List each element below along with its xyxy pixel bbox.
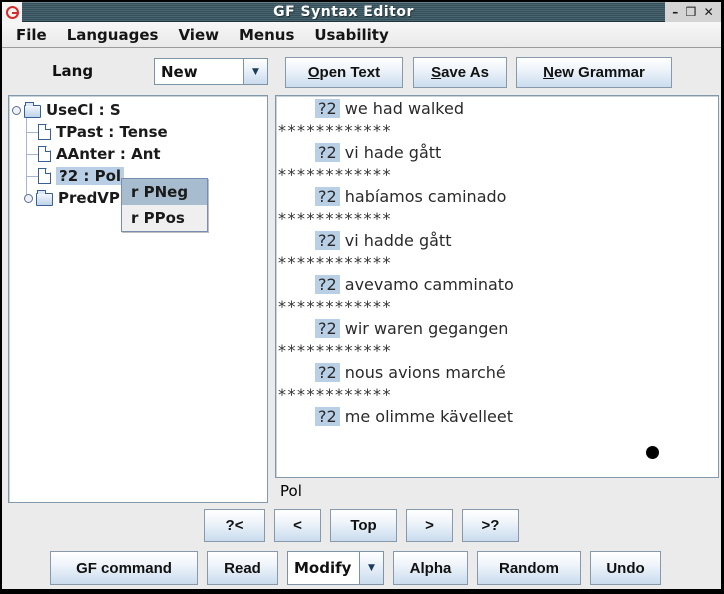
- prev-question-button[interactable]: ?<: [204, 509, 265, 542]
- refinement-popup-menu: r PNeg r PPos: [121, 178, 208, 232]
- modify-select-value: Modify: [288, 552, 359, 584]
- language-separator: ************: [278, 208, 718, 230]
- language-separator: ************: [278, 340, 718, 362]
- top-button[interactable]: Top: [330, 509, 397, 542]
- tree-node-usecl[interactable]: UseCl : S: [10, 99, 121, 121]
- focus-token[interactable]: ?2: [315, 407, 340, 426]
- navigation-row: ?< < Top > >?: [2, 509, 721, 542]
- maximize-icon[interactable]: ❒: [686, 6, 697, 18]
- modify-select[interactable]: Modify ▼: [287, 551, 384, 585]
- window-controls: – ❒ ✕: [665, 2, 721, 22]
- titlebar: GF Syntax Editor – ❒ ✕: [2, 2, 721, 22]
- language-separator: ************: [278, 120, 718, 142]
- next-button[interactable]: >: [406, 509, 453, 542]
- focus-token[interactable]: ?2: [315, 363, 340, 382]
- action-row: GF command Read Modify ▼ Alpha Random Un…: [2, 551, 721, 585]
- language-separator: ************: [278, 252, 718, 274]
- sentence-spanish: ?2 habíamos caminado: [278, 186, 718, 208]
- lang-label: Lang: [52, 62, 93, 80]
- menu-languages[interactable]: Languages: [57, 24, 169, 46]
- collapse-handle-icon[interactable]: [24, 194, 33, 203]
- gf-logo-icon: [2, 2, 22, 22]
- tree-node-tpast[interactable]: TPast : Tense: [10, 121, 168, 143]
- popup-item-ppos[interactable]: r PPos: [122, 205, 207, 231]
- close-icon[interactable]: ✕: [704, 6, 714, 18]
- focus-token[interactable]: ?2: [315, 231, 340, 250]
- titlebar-stripes: GF Syntax Editor: [22, 2, 665, 22]
- syntax-tree-panel[interactable]: UseCl : S TPast : Tense AAnter : Ant ?2 …: [8, 95, 268, 503]
- popup-item-pneg[interactable]: r PNeg: [122, 179, 207, 205]
- focus-token[interactable]: ?2: [315, 275, 340, 294]
- status-category-label: Pol: [280, 482, 302, 500]
- sentence-italian: ?2 avevamo camminato: [278, 274, 718, 296]
- document-icon: [38, 168, 51, 184]
- lang-select[interactable]: New ▼: [154, 58, 268, 85]
- menu-menus[interactable]: Menus: [229, 24, 304, 46]
- read-button[interactable]: Read: [207, 551, 278, 585]
- document-icon: [38, 146, 51, 162]
- focus-token[interactable]: ?2: [315, 99, 340, 118]
- menubar: File Languages View Menus Usability: [2, 22, 721, 48]
- new-grammar-button[interactable]: New Grammar: [516, 57, 672, 88]
- undo-button[interactable]: Undo: [590, 551, 661, 585]
- window-border-top: [0, 0, 724, 2]
- expand-handle-icon[interactable]: [12, 106, 21, 115]
- alpha-button[interactable]: Alpha: [393, 551, 468, 585]
- focus-token[interactable]: ?2: [315, 319, 340, 338]
- focus-token[interactable]: ?2: [315, 187, 340, 206]
- window-border-bottom: [0, 589, 724, 594]
- selected-tree-node-label: ?2 : Pol: [56, 167, 124, 185]
- language-separator: ************: [278, 164, 718, 186]
- bullet-dot: [646, 446, 659, 459]
- menu-file[interactable]: File: [6, 24, 57, 46]
- chevron-down-icon: ▼: [359, 552, 383, 584]
- folder-icon: [24, 105, 41, 118]
- sentence-swedish: ?2 vi hade gått: [278, 142, 718, 164]
- chevron-down-icon: ▼: [243, 59, 267, 84]
- window-border-left: [0, 0, 2, 594]
- focus-token[interactable]: ?2: [315, 143, 340, 162]
- toolbar: Lang New ▼ Open Text Save As New Grammar: [2, 48, 721, 95]
- gf-syntax-editor-window: GF Syntax Editor – ❒ ✕ File Languages Vi…: [0, 0, 724, 594]
- tree-node-aanter[interactable]: AAnter : Ant: [10, 143, 161, 165]
- menu-view[interactable]: View: [168, 24, 229, 46]
- tree-node-predvp[interactable]: PredVP: [10, 187, 120, 209]
- language-separator: ************: [278, 384, 718, 406]
- lang-select-value: New: [155, 59, 243, 84]
- gf-command-button[interactable]: GF command: [50, 551, 198, 585]
- minimize-icon[interactable]: –: [672, 6, 678, 18]
- language-separator: ************: [278, 296, 718, 318]
- prev-button[interactable]: <: [274, 509, 321, 542]
- document-icon: [38, 124, 51, 140]
- sentence-english: ?2 we had walked: [278, 98, 718, 120]
- open-text-button[interactable]: Open Text: [285, 57, 403, 88]
- sentence-french: ?2 nous avions marché: [278, 362, 718, 384]
- sentence-finnish: ?2 me olimme kävelleet: [278, 406, 718, 428]
- next-question-button[interactable]: >?: [462, 509, 519, 542]
- save-as-button[interactable]: Save As: [413, 57, 507, 88]
- random-button[interactable]: Random: [477, 551, 581, 585]
- tree-node-pol[interactable]: ?2 : Pol: [10, 165, 124, 187]
- linearization-text-pane[interactable]: ?2 we had walked ************ ?2 vi hade…: [275, 95, 719, 478]
- menu-usability[interactable]: Usability: [304, 24, 398, 46]
- folder-icon: [36, 193, 53, 206]
- window-title: GF Syntax Editor: [273, 4, 414, 20]
- sentence-german: ?2 wir waren gegangen: [278, 318, 718, 340]
- sentence-norwegian: ?2 vi hadde gått: [278, 230, 718, 252]
